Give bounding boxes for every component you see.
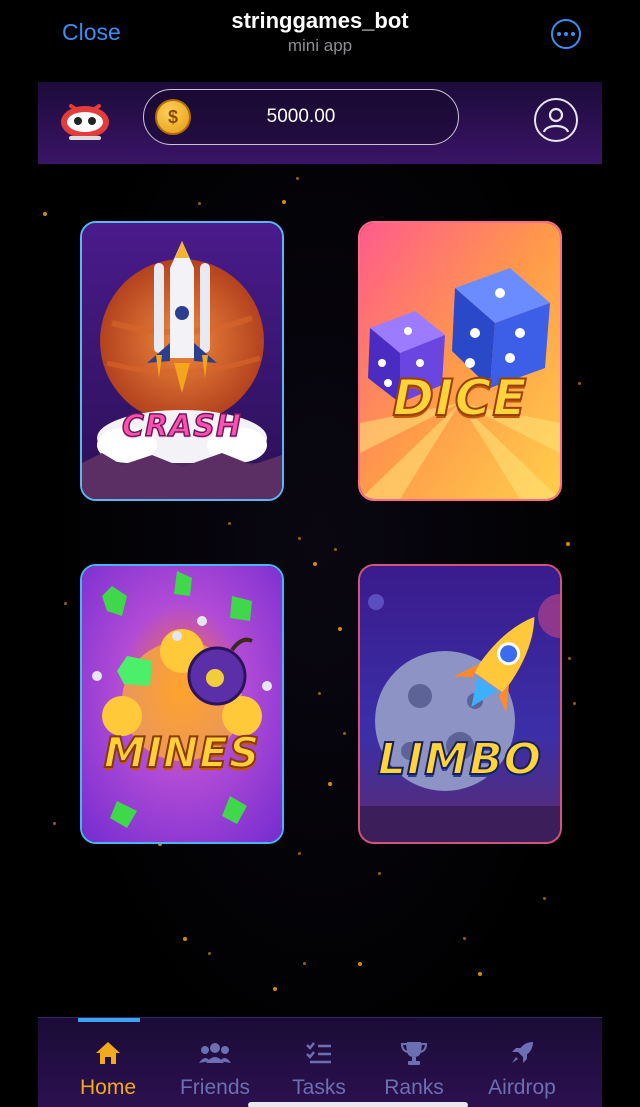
game-title: MINES bbox=[103, 727, 261, 778]
nav-item-friends[interactable]: Friends bbox=[165, 1040, 265, 1100]
bot-subtitle: mini app bbox=[287, 36, 353, 55]
game-card-dice[interactable]: DICE bbox=[358, 221, 562, 501]
game-title: DICE bbox=[392, 368, 528, 428]
balance-value: 5000.00 bbox=[266, 106, 336, 127]
app-header: $ 5000.00 bbox=[38, 82, 602, 164]
nav-label: Airdrop bbox=[488, 1076, 556, 1099]
user-circle-icon[interactable] bbox=[534, 98, 578, 142]
nav-item-airdrop[interactable]: Airdrop bbox=[472, 1040, 572, 1100]
game-card-limbo[interactable]: LIMBO bbox=[358, 564, 562, 844]
nav-item-home[interactable]: Home bbox=[58, 1040, 158, 1100]
nav-item-ranks[interactable]: Ranks bbox=[364, 1040, 464, 1100]
group-icon bbox=[165, 1040, 265, 1066]
balance-pill: $ 5000.00 bbox=[143, 89, 459, 145]
active-tab-indicator bbox=[78, 1018, 140, 1022]
title-block: stringgames_bot mini app bbox=[0, 8, 640, 56]
nav-label: Home bbox=[79, 1076, 137, 1099]
nav-label: Friends bbox=[179, 1076, 251, 1099]
home-indicator bbox=[248, 1102, 468, 1107]
mini-app: $ 5000.00 CRASH DICE MINES LIMBO Home Fr… bbox=[38, 82, 602, 1107]
bot-title: stringgames_bot bbox=[231, 8, 409, 33]
game-title: CRASH bbox=[121, 408, 243, 445]
game-card-crash[interactable]: CRASH bbox=[80, 221, 284, 501]
ellipsis-circle-icon[interactable] bbox=[551, 19, 581, 49]
checklist-icon bbox=[269, 1040, 369, 1066]
rocket-icon bbox=[472, 1040, 572, 1066]
trophy-icon bbox=[364, 1040, 464, 1066]
nav-label: Ranks bbox=[384, 1076, 444, 1099]
telegram-topbar: Close stringgames_bot mini app bbox=[0, 0, 640, 82]
nav-item-tasks[interactable]: Tasks bbox=[269, 1040, 369, 1100]
bottom-nav: Home Friends Tasks Ranks Airdrop bbox=[38, 1017, 602, 1107]
game-card-mines[interactable]: MINES bbox=[80, 564, 284, 844]
home-icon bbox=[58, 1040, 158, 1066]
gamepad-mascot-icon[interactable] bbox=[57, 92, 113, 148]
game-title: LIMBO bbox=[377, 733, 543, 786]
nav-label: Tasks bbox=[292, 1076, 346, 1099]
